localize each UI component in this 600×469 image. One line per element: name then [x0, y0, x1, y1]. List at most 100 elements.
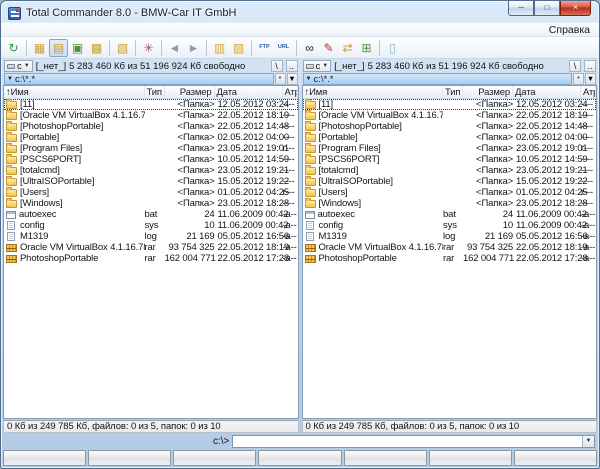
- autoexec[interactable]: autoexec bat 24 11.06.2009 00:42 -a--: [4, 209, 298, 220]
- Oracle VM VirtualBox 4.1.16.78094[interactable]: Oracle VM VirtualBox 4.1.16.78094 rar 93…: [303, 242, 597, 253]
- drive-selector[interactable]: c ▼: [303, 60, 332, 72]
- PhotoshopPortable[interactable]: PhotoshopPortable rar 162 004 771 22.05.…: [4, 253, 298, 264]
- [UltraISOPortable][interactable]: [UltraISOPortable] <Папка> 15.05.2012 19…: [4, 176, 298, 187]
- f3-view-button[interactable]: [3, 450, 86, 466]
- [Windows][interactable]: [Windows] <Папка> 23.05.2012 18:28 ----: [303, 198, 597, 209]
- f8-delete-button[interactable]: [429, 450, 512, 466]
- [PSCS6PORT][interactable]: [PSCS6PORT] <Папка> 10.05.2012 14:59 ---…: [303, 154, 597, 165]
- [Portable][interactable]: [Portable] <Папка> 02.05.2012 04:00 ----: [4, 132, 298, 143]
- command-input[interactable]: [233, 436, 582, 447]
- column-type[interactable]: Тип: [145, 86, 165, 98]
- menu-help[interactable]: Справка: [543, 24, 596, 36]
- column-name[interactable]: ↑Имя: [303, 86, 444, 98]
- file-icon: [7, 232, 15, 241]
- [Windows][interactable]: [Windows] <Папка> 23.05.2012 18:28 ----: [4, 198, 298, 209]
- pack-icon[interactable]: ▥: [210, 39, 229, 57]
- panel-status-bar: 0 Кб из 249 785 Кб, файлов: 0 из 5, папо…: [302, 420, 598, 433]
- path-bar: ▼ c:\*.* * ▼: [302, 73, 598, 85]
- [Oracle VM VirtualBox 4.1.16.78094][interactable]: [Oracle VM VirtualBox 4.1.16.78094] <Пап…: [303, 110, 597, 121]
- free-space-label: 5 283 460 Кб из 51 196 924 Кб свободно: [69, 61, 245, 72]
- [PhotoshopPortable][interactable]: [PhotoshopPortable] <Папка> 22.05.2012 1…: [4, 121, 298, 132]
- compare-icon[interactable]: ⊞: [357, 39, 376, 57]
- file-rows: [11] <Папка> 12.05.2012 03:24 ---- [Orac…: [4, 99, 298, 418]
- column-attr[interactable]: Атрибут: [283, 86, 298, 98]
- sync-dirs-icon[interactable]: ⇄: [338, 39, 357, 57]
- refresh-icon[interactable]: ↻: [4, 39, 23, 57]
- ftp-connect-icon[interactable]: FTP: [255, 39, 274, 57]
- column-date[interactable]: Дата: [215, 86, 283, 98]
- notes-icon[interactable]: ▯: [383, 39, 402, 57]
- favorites-button[interactable]: *: [573, 73, 584, 85]
- [11][interactable]: [11] <Папка> 12.05.2012 03:24 ----: [4, 99, 298, 110]
- brief-view-icon[interactable]: ▦: [30, 39, 49, 57]
- [Users][interactable]: [Users] <Папка> 01.05.2012 04:25 r---: [4, 187, 298, 198]
- f5-copy-button[interactable]: [173, 450, 256, 466]
- [11][interactable]: [11] <Папка> 12.05.2012 03:24 ----: [303, 99, 597, 110]
- f7-mkdir-button[interactable]: [344, 450, 427, 466]
- [PhotoshopPortable][interactable]: [PhotoshopPortable] <Папка> 22.05.2012 1…: [303, 121, 597, 132]
- M1319[interactable]: M1319 log 21 169 05.05.2012 16:56 -a--: [303, 231, 597, 242]
- forward-icon[interactable]: ►: [184, 39, 203, 57]
- [Users][interactable]: [Users] <Папка> 01.05.2012 04:25 r---: [303, 187, 597, 198]
- search-icon[interactable]: ∞: [300, 39, 319, 57]
- path-history-arrow-icon: ▼: [306, 76, 312, 82]
- [totalcmd][interactable]: [totalcmd] <Папка> 23.05.2012 19:21 ----: [4, 165, 298, 176]
- file-icon: [305, 189, 316, 197]
- window-title: Total Commander 8.0 - BMW-Car IT GmbH: [26, 7, 236, 19]
- path-text: c:\*.*: [15, 74, 35, 85]
- f6-move-button[interactable]: [258, 450, 341, 466]
- toolbar-separator: [106, 39, 113, 57]
- config[interactable]: config sys 10 11.06.2009 00:42 -a--: [4, 220, 298, 231]
- config[interactable]: config sys 10 11.06.2009 00:42 -a--: [303, 220, 597, 231]
- parent-dir-button[interactable]: ..: [584, 60, 596, 72]
- [PSCS6PORT][interactable]: [PSCS6PORT] <Папка> 10.05.2012 14:59 ---…: [4, 154, 298, 165]
- drive-group-label: [_нет_]: [36, 61, 66, 72]
- favorites-icon[interactable]: ✳: [139, 39, 158, 57]
- column-name[interactable]: ↑Имя: [4, 86, 145, 98]
- chevron-down-icon: ▼: [322, 63, 328, 69]
- favorites-button[interactable]: *: [275, 73, 286, 85]
- tree-view-icon[interactable]: ▩: [87, 39, 106, 57]
- [totalcmd][interactable]: [totalcmd] <Папка> 23.05.2012 19:21 ----: [303, 165, 597, 176]
- [Program Files][interactable]: [Program Files] <Папка> 23.05.2012 19:01…: [303, 143, 597, 154]
- root-dir-button[interactable]: \: [569, 60, 581, 72]
- drive-selector[interactable]: c ▼: [4, 60, 33, 72]
- [Portable][interactable]: [Portable] <Папка> 02.05.2012 04:00 ----: [303, 132, 597, 143]
- file-icon: [6, 123, 17, 131]
- drive-icon: [306, 64, 314, 69]
- current-path[interactable]: ▼ c:\*.*: [4, 73, 274, 85]
- command-history-button[interactable]: ▼: [582, 436, 594, 447]
- column-size[interactable]: Размер: [165, 86, 215, 98]
- unpack-icon[interactable]: ▨: [229, 39, 248, 57]
- Oracle VM VirtualBox 4.1.16.78094[interactable]: Oracle VM VirtualBox 4.1.16.78094 rar 93…: [4, 242, 298, 253]
- PhotoshopPortable[interactable]: PhotoshopPortable rar 162 004 771 22.05.…: [303, 253, 597, 264]
- [Program Files][interactable]: [Program Files] <Папка> 23.05.2012 19:01…: [4, 143, 298, 154]
- minimize-button[interactable]: ─: [508, 1, 534, 16]
- f4-edit-button[interactable]: [88, 450, 171, 466]
- ftp-url-icon[interactable]: URL: [274, 39, 293, 57]
- back-icon[interactable]: ◄: [165, 39, 184, 57]
- [UltraISOPortable][interactable]: [UltraISOPortable] <Папка> 15.05.2012 19…: [303, 176, 597, 187]
- [Oracle VM VirtualBox 4.1.16.78094][interactable]: [Oracle VM VirtualBox 4.1.16.78094] <Пап…: [4, 110, 298, 121]
- current-path[interactable]: ▼ c:\*.*: [303, 73, 573, 85]
- maximize-button[interactable]: □: [534, 1, 560, 16]
- history-button[interactable]: ▼: [287, 73, 298, 85]
- multi-rename-icon[interactable]: ✎: [319, 39, 338, 57]
- history-button[interactable]: ▼: [585, 73, 596, 85]
- column-type[interactable]: Тип: [443, 86, 463, 98]
- column-attr[interactable]: Атрибут: [581, 86, 596, 98]
- full-view-icon[interactable]: ▤: [49, 39, 68, 57]
- free-space-label: 5 283 460 Кб из 51 196 924 Кб свободно: [368, 61, 544, 72]
- column-size[interactable]: Размер: [463, 86, 513, 98]
- altf4-exit-button[interactable]: [514, 450, 597, 466]
- root-dir-button[interactable]: \: [271, 60, 283, 72]
- parent-dir-button[interactable]: ..: [286, 60, 298, 72]
- file-icon: [305, 178, 316, 186]
- column-date[interactable]: Дата: [513, 86, 581, 98]
- drive-icon: [7, 64, 15, 69]
- thumbnails-view-icon[interactable]: ▣: [68, 39, 87, 57]
- M1319[interactable]: M1319 log 21 169 05.05.2012 16:56 -a--: [4, 231, 298, 242]
- close-button[interactable]: ×: [560, 1, 591, 16]
- autoexec[interactable]: autoexec bat 24 11.06.2009 00:42 -a--: [303, 209, 597, 220]
- swap-panels-icon[interactable]: ▧: [113, 39, 132, 57]
